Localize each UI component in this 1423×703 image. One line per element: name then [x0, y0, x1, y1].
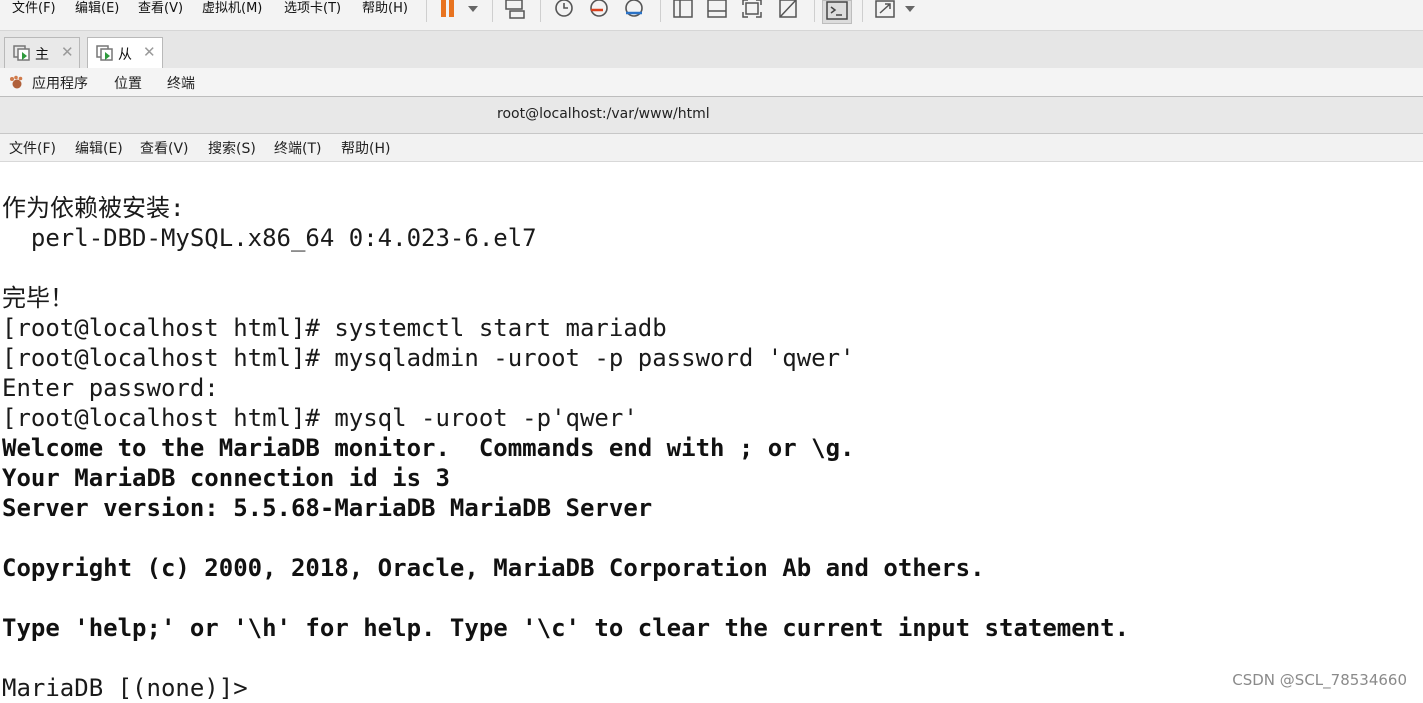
term-menu-file[interactable]: 文件(F) — [9, 138, 56, 158]
menu-help[interactable]: 帮助(H) — [362, 0, 408, 18]
thumbnail-view-icon[interactable] — [707, 0, 729, 22]
terminal-line: [root@localhost html]# systemctl start m… — [2, 314, 667, 342]
gnome-top-bar: 应用程序 位置 终端 — [0, 68, 1423, 97]
terminal-menubar: 文件(F) 编辑(E) 查看(V) 搜索(S) 终端(T) 帮助(H) — [0, 134, 1423, 162]
terminal-line: Welcome to the MariaDB monitor. Commands… — [2, 434, 855, 462]
vm-icon — [96, 45, 113, 61]
terminal-prompt[interactable]: MariaDB [(none)]> — [2, 673, 248, 703]
term-menu-edit[interactable]: 编辑(E) — [75, 138, 123, 158]
menu-tabs[interactable]: 选项卡(T) — [284, 0, 341, 18]
terminal-line: [root@localhost html]# mysql -uroot -p'q… — [2, 404, 638, 432]
vm-icon — [13, 45, 30, 61]
gnome-places-menu[interactable]: 位置 — [114, 73, 142, 93]
terminal-line: Your MariaDB connection id is 3 — [2, 464, 450, 492]
menu-vm[interactable]: 虚拟机(M) — [202, 0, 262, 18]
terminal-line: Enter password: — [2, 374, 219, 402]
menu-view[interactable]: 查看(V) — [138, 0, 183, 18]
terminal-line: perl-DBD-MySQL.x86_64 0:4.023-6.el7 — [2, 224, 537, 252]
terminal-line: Server version: 5.5.68-MariaDB MariaDB S… — [2, 494, 653, 522]
terminal-line: 完毕！ — [2, 284, 74, 312]
revert-snapshot-icon[interactable] — [589, 0, 611, 22]
menu-file[interactable]: 文件(F) — [12, 0, 56, 18]
terminal-line: Type 'help;' or '\h' for help. Type '\c'… — [2, 614, 1130, 642]
send-ctrl-alt-del-icon[interactable] — [504, 0, 528, 22]
term-menu-help[interactable]: 帮助(H) — [341, 138, 390, 158]
vm-tab-strip: 主 ✕ 从 ✕ — [0, 31, 1423, 69]
terminal-line: 作为依赖被安装: — [2, 194, 185, 222]
terminal-line: [root@localhost html]# mysqladmin -uroot… — [2, 344, 855, 372]
full-screen-icon[interactable] — [742, 0, 764, 22]
vmware-menubar: 文件(F) 编辑(E) 查看(V) 虚拟机(M) 选项卡(T) 帮助(H) — [0, 0, 1423, 31]
menu-edit[interactable]: 编辑(E) — [75, 0, 119, 18]
terminal-output[interactable]: 作为依赖被安装: perl-DBD-MySQL.x86_64 0:4.023-6… — [0, 162, 1423, 702]
close-icon[interactable]: ✕ — [61, 43, 74, 61]
console-view-icon[interactable] — [823, 1, 851, 23]
watermark: CSDN @SCL_78534660 — [1232, 671, 1407, 689]
gnome-foot-icon — [10, 75, 23, 89]
pause-icon[interactable] — [438, 0, 478, 22]
term-menu-terminal[interactable]: 终端(T) — [274, 138, 321, 158]
terminal-titlebar: root@localhost:/var/www/html — [0, 97, 1423, 134]
gnome-terminal-menu[interactable]: 终端 — [167, 73, 195, 93]
window-title: root@localhost:/var/www/html — [497, 106, 710, 122]
stretch-guest-icon[interactable] — [875, 0, 919, 22]
unity-mode-icon[interactable] — [778, 0, 800, 22]
term-menu-view[interactable]: 查看(V) — [140, 138, 189, 158]
sidebar-view-icon[interactable] — [673, 0, 695, 22]
snapshot-manager-icon[interactable] — [624, 0, 646, 22]
snapshot-icon[interactable] — [554, 0, 576, 22]
term-menu-search[interactable]: 搜索(S) — [208, 138, 256, 158]
tab-master[interactable]: 主 ✕ — [4, 37, 80, 68]
gnome-applications-menu[interactable]: 应用程序 — [32, 73, 88, 93]
close-icon[interactable]: ✕ — [143, 43, 156, 61]
tab-slave[interactable]: 从 ✕ — [87, 37, 163, 69]
terminal-line: Copyright (c) 2000, 2018, Oracle, MariaD… — [2, 554, 985, 582]
